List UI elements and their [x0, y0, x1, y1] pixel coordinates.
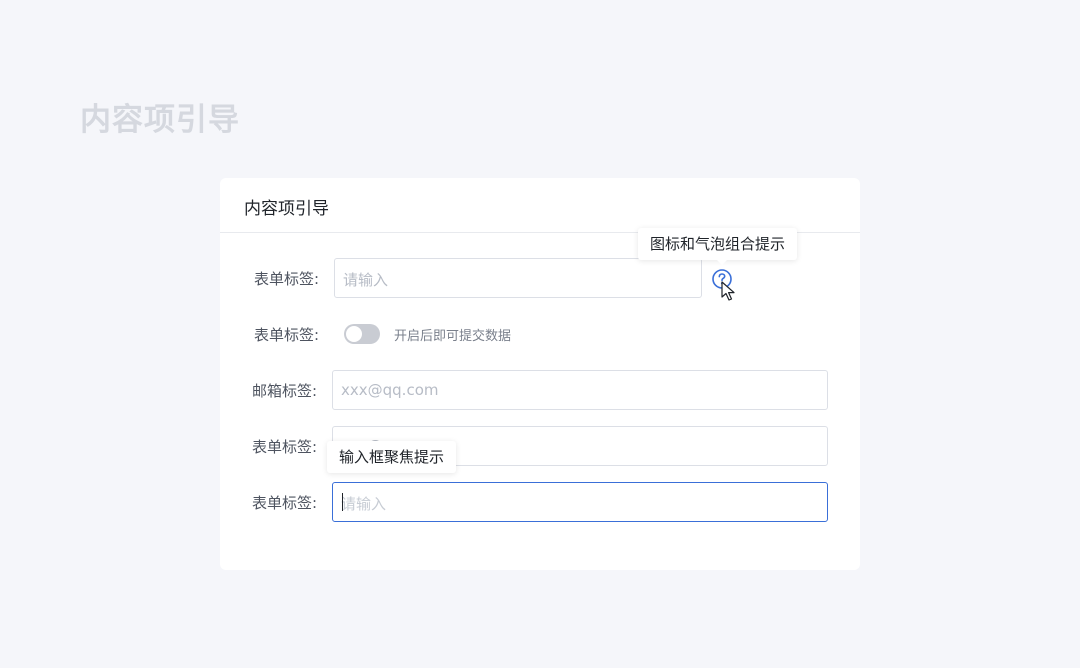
guide-card: 内容项引导 表单标签: 请输入 表单标签: 开启后即可提交数据 邮箱标签: xx…: [220, 178, 860, 570]
text-input-1[interactable]: 请输入: [334, 258, 702, 298]
text-input-5-focused[interactable]: 请输入: [332, 482, 828, 522]
text-input-1-placeholder: 请输入: [343, 271, 389, 289]
icon-bubble-tooltip-text: 图标和气泡组合提示: [650, 235, 786, 253]
text-input-5-placeholder: 请输入: [341, 495, 387, 513]
input-focus-tooltip: 输入框聚焦提示: [327, 441, 457, 473]
card-title: 内容项引导: [244, 199, 329, 219]
form-label-1: 表单标签:: [254, 270, 320, 288]
form-label-3: 邮箱标签:: [252, 382, 318, 400]
submit-toggle[interactable]: [344, 324, 380, 344]
email-input-placeholder: xxx@qq.com: [341, 381, 439, 399]
page-heading: 内容项引导: [80, 102, 240, 138]
icon-bubble-tooltip: 图标和气泡组合提示: [638, 228, 798, 260]
tooltip-arrow: [717, 260, 727, 265]
input-focus-tooltip-text: 输入框聚焦提示: [339, 448, 445, 466]
mouse-pointer-icon: [721, 281, 735, 301]
text-caret: [342, 493, 343, 511]
toggle-description: 开启后即可提交数据: [394, 329, 512, 344]
form-label-4: 表单标签:: [252, 438, 318, 456]
toggle-knob: [346, 326, 362, 342]
form-label-5: 表单标签:: [252, 494, 318, 512]
card-header: 内容项引导: [220, 178, 860, 233]
form-label-2: 表单标签:: [254, 326, 320, 344]
email-input[interactable]: xxx@qq.com: [332, 370, 828, 410]
